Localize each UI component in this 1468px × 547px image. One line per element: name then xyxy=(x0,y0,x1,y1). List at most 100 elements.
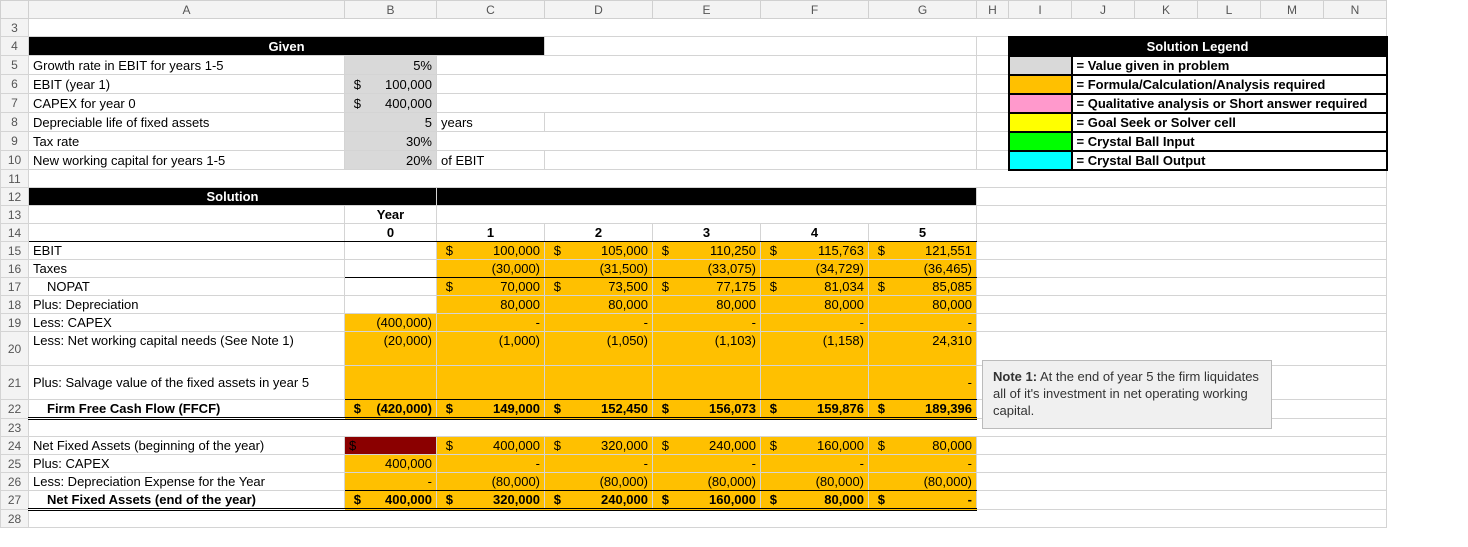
cell[interactable]: 80,000 xyxy=(437,296,545,314)
cell[interactable]: $400,000 xyxy=(345,491,437,510)
cell[interactable]: (20,000) xyxy=(345,332,437,366)
row-header[interactable]: 5 xyxy=(1,56,29,75)
cell[interactable]: 400,000 xyxy=(345,455,437,473)
cell[interactable]: - xyxy=(545,314,653,332)
row-header[interactable]: 12 xyxy=(1,188,29,206)
cell[interactable]: (80,000) xyxy=(761,473,869,491)
cell[interactable]: (80,000) xyxy=(653,473,761,491)
cell[interactable]: 80,000 xyxy=(869,296,977,314)
row-3[interactable]: 3 xyxy=(1,19,1387,37)
cell[interactable]: $77,175 xyxy=(653,278,761,296)
row-18-dep[interactable]: 18 Plus: Depreciation 80,000 80,000 80,0… xyxy=(1,296,1387,314)
cell[interactable] xyxy=(437,132,977,151)
row-19-capex[interactable]: 19 Less: CAPEX (400,000) - - - - - xyxy=(1,314,1387,332)
cell[interactable] xyxy=(977,75,1009,94)
row-25-capex2[interactable]: 25 Plus: CAPEX 400,000 - - - - - xyxy=(1,455,1387,473)
grid-table[interactable]: A B C D E F G H I J K L M N 3 4 Given So… xyxy=(0,0,1388,528)
cell[interactable]: (1,050) xyxy=(545,332,653,366)
cell[interactable]: $189,396 xyxy=(869,400,977,419)
row-header[interactable]: 7 xyxy=(1,94,29,113)
row-header[interactable]: 4 xyxy=(1,37,29,56)
cell[interactable]: $149,000 xyxy=(437,400,545,419)
col-header[interactable]: F xyxy=(761,1,869,19)
cell[interactable]: (80,000) xyxy=(437,473,545,491)
cell[interactable] xyxy=(437,94,977,113)
cell[interactable] xyxy=(977,94,1009,113)
row-13[interactable]: 13 Year xyxy=(1,206,1387,224)
row-header[interactable]: 10 xyxy=(1,151,29,170)
cell[interactable]: (1,103) xyxy=(653,332,761,366)
row-7[interactable]: 7 CAPEX for year 0 $400,000 = Qualitativ… xyxy=(1,94,1387,113)
col-header[interactable]: I xyxy=(1009,1,1072,19)
cell[interactable] xyxy=(345,366,437,400)
cell[interactable]: 80,000 xyxy=(761,296,869,314)
row-header[interactable]: 15 xyxy=(1,242,29,260)
cell[interactable]: - xyxy=(761,314,869,332)
val-wc[interactable]: 20% xyxy=(345,151,437,170)
cell[interactable]: $73,500 xyxy=(545,278,653,296)
cell[interactable] xyxy=(977,206,1387,224)
row-9[interactable]: 9 Tax rate 30% = Crystal Ball Input xyxy=(1,132,1387,151)
cell[interactable]: 80,000 xyxy=(653,296,761,314)
col-header[interactable]: E xyxy=(653,1,761,19)
row-header[interactable]: 16 xyxy=(1,260,29,278)
row-header[interactable]: 3 xyxy=(1,19,29,37)
row-header[interactable]: 18 xyxy=(1,296,29,314)
row-10[interactable]: 10 New working capital for years 1-5 20%… xyxy=(1,151,1387,170)
cell[interactable] xyxy=(545,113,977,132)
cell[interactable]: (34,729) xyxy=(761,260,869,278)
col-header[interactable]: B xyxy=(345,1,437,19)
cell[interactable]: $240,000 xyxy=(653,437,761,455)
cell[interactable]: $240,000 xyxy=(545,491,653,510)
row-header[interactable]: 19 xyxy=(1,314,29,332)
row-header[interactable]: 21 xyxy=(1,366,29,400)
cell[interactable]: $159,876 xyxy=(761,400,869,419)
corner-cell[interactable] xyxy=(1,1,29,19)
cell[interactable]: - xyxy=(869,366,977,400)
row-28[interactable]: 28 xyxy=(1,510,1387,528)
cell[interactable] xyxy=(977,224,1387,242)
row-header[interactable]: 14 xyxy=(1,224,29,242)
cell[interactable]: - xyxy=(869,455,977,473)
row-header[interactable]: 27 xyxy=(1,491,29,510)
row-header[interactable]: 28 xyxy=(1,510,29,528)
cell[interactable] xyxy=(29,19,1387,37)
cell[interactable]: - xyxy=(653,455,761,473)
row-header[interactable]: 8 xyxy=(1,113,29,132)
cell[interactable]: - xyxy=(761,455,869,473)
column-header-row[interactable]: A B C D E F G H I J K L M N xyxy=(1,1,1387,19)
row-header[interactable]: 6 xyxy=(1,75,29,94)
cell[interactable] xyxy=(977,132,1009,151)
cell[interactable]: $160,000 xyxy=(761,437,869,455)
cell[interactable] xyxy=(29,224,345,242)
cell[interactable] xyxy=(977,491,1387,510)
row-5[interactable]: 5 Growth rate in EBIT for years 1-5 5% =… xyxy=(1,56,1387,75)
cell[interactable]: - xyxy=(437,455,545,473)
row-17-nopat[interactable]: 17 NOPAT $70,000 $73,500 $77,175 $81,034… xyxy=(1,278,1387,296)
cell[interactable] xyxy=(977,188,1387,206)
cell[interactable]: $80,000 xyxy=(761,491,869,510)
cell[interactable] xyxy=(29,170,1387,188)
cell[interactable] xyxy=(977,37,1009,56)
cell[interactable]: $80,000 xyxy=(869,437,977,455)
cell[interactable] xyxy=(977,56,1009,75)
cell[interactable]: (400,000) xyxy=(345,314,437,332)
val-capex[interactable]: $400,000 xyxy=(345,94,437,113)
col-header[interactable]: G xyxy=(869,1,977,19)
cell[interactable]: - xyxy=(653,314,761,332)
cell[interactable] xyxy=(29,510,1387,528)
cell[interactable]: $110,250 xyxy=(653,242,761,260)
row-14[interactable]: 14 0 1 2 3 4 5 xyxy=(1,224,1387,242)
row-15-ebit[interactable]: 15 EBIT $100,000 $105,000 $110,250 $115,… xyxy=(1,242,1387,260)
cell[interactable]: - xyxy=(545,455,653,473)
col-header[interactable]: A xyxy=(29,1,345,19)
cell[interactable] xyxy=(437,366,545,400)
val-life[interactable]: 5 xyxy=(345,113,437,132)
cell[interactable]: (33,075) xyxy=(653,260,761,278)
cell[interactable]: $400,000 xyxy=(437,437,545,455)
row-header[interactable]: 17 xyxy=(1,278,29,296)
col-header[interactable]: D xyxy=(545,1,653,19)
row-header[interactable]: 20 xyxy=(1,332,29,366)
row-header[interactable]: 25 xyxy=(1,455,29,473)
cell[interactable] xyxy=(977,455,1387,473)
